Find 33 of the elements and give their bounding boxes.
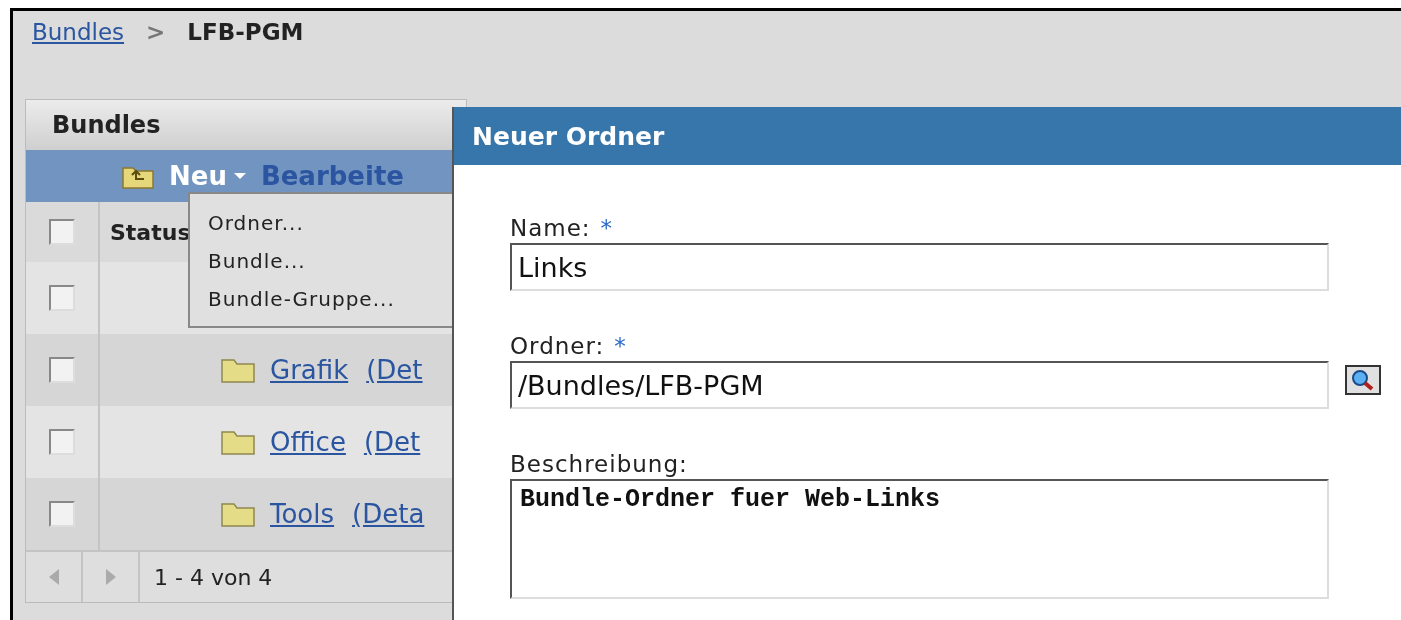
field-label: Beschreibung: [510, 451, 688, 477]
field-label: Ordner: [510, 333, 605, 359]
select-all-checkbox[interactable] [49, 219, 75, 245]
folder-icon [220, 500, 256, 528]
panel-title: Bundles [26, 100, 466, 150]
folder-link[interactable]: Tools [270, 499, 335, 529]
field-label: Name: [510, 215, 591, 241]
row-checkbox[interactable] [49, 429, 75, 455]
column-header: Status [110, 219, 191, 245]
next-page-icon[interactable] [103, 567, 118, 587]
breadcrumb-separator: > [146, 19, 166, 45]
folder-link[interactable]: Office [270, 427, 346, 457]
row-checkbox[interactable] [49, 357, 75, 383]
input-field[interactable]: Links [510, 243, 1329, 291]
new-menu-button[interactable]: Neu [169, 161, 247, 191]
details-link[interactable]: (Det [363, 427, 421, 457]
row-checkbox[interactable] [49, 501, 75, 527]
input-field[interactable]: /Bundles/LFB-PGM [510, 361, 1329, 409]
breadcrumb-current: LFB-PGM [187, 19, 304, 45]
folder-icon [220, 356, 256, 384]
details-link[interactable]: (Deta [352, 499, 425, 529]
folder-icon [220, 428, 256, 456]
required-mark: * [600, 215, 614, 241]
dialog-title: Neuer Ordner [454, 107, 1401, 165]
breadcrumb-link[interactable]: Bundles [32, 19, 125, 45]
search-button[interactable] [1345, 365, 1381, 395]
description-field[interactable]: Bundle-Ordner fuer Web-Links [510, 479, 1329, 599]
folder-link[interactable]: Grafik [270, 355, 349, 385]
caret-icon [232, 172, 247, 180]
row-checkbox[interactable] [49, 285, 75, 311]
required-mark: * [614, 333, 627, 359]
details-link[interactable]: (Det [366, 355, 423, 385]
pager-text: 1 - 4 von 4 [153, 564, 273, 590]
